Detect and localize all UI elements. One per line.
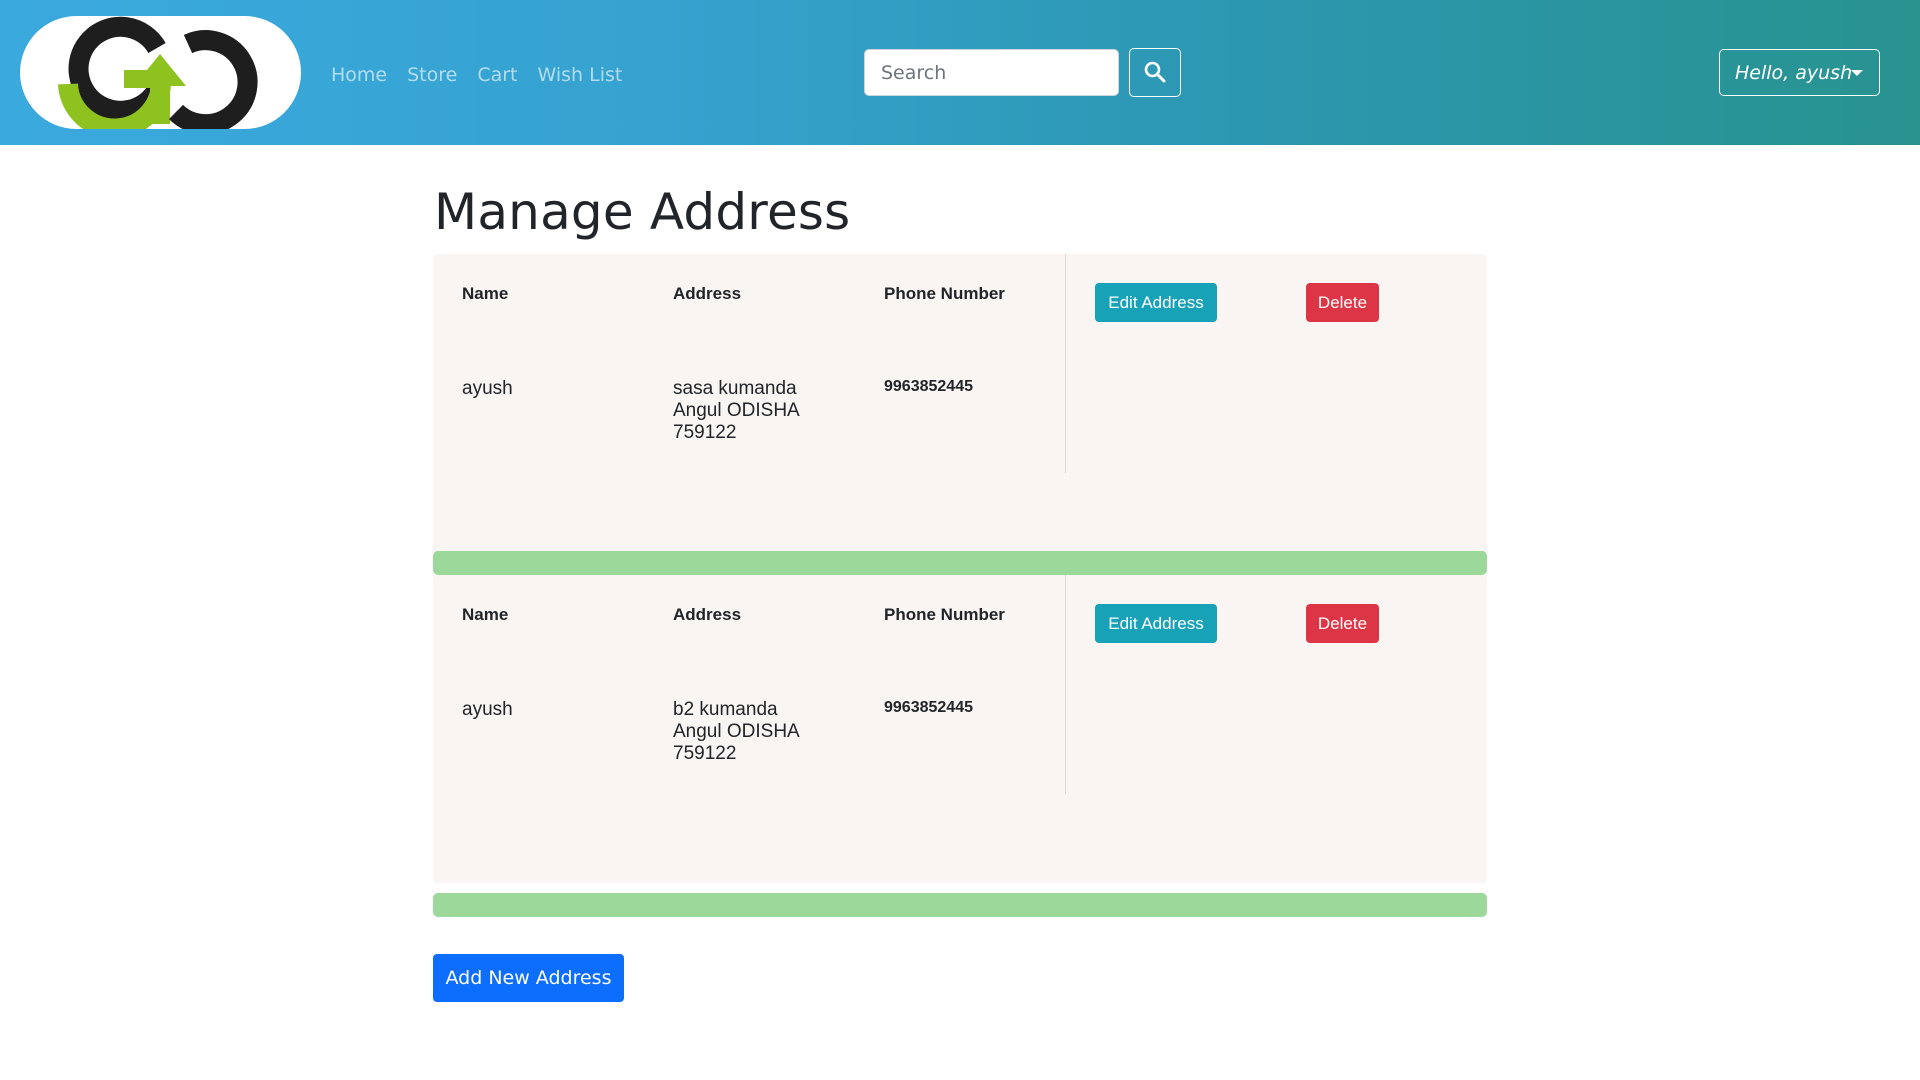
nav-home-link[interactable]: Home [331,60,387,90]
address-name: ayush [462,699,513,720]
nav-store-link[interactable]: Store [407,60,457,90]
address-line: 759122 [673,743,737,764]
caret-down-icon [1851,70,1863,76]
address-card: Name Address Phone Number ayush sasa kum… [433,254,1487,562]
address-line: sasa kumanda [673,378,797,399]
search-icon [1144,61,1166,83]
brand-logo[interactable] [20,16,301,129]
phone-label: Phone Number [884,605,1005,624]
address-phone: 9963852445 [884,699,973,716]
address-name: ayush [462,378,513,399]
add-new-address-button[interactable]: Add New Address [433,954,624,1002]
address-text: b2 kumanda Angul ODISHA 759122 [673,699,800,765]
address-label: Address [673,605,742,624]
address-line: Angul ODISHA [673,721,800,742]
edit-address-button[interactable]: Edit Address [1095,604,1217,643]
address-phone: 9963852445 [884,378,973,395]
go-logo-icon [58,16,258,129]
user-greeting: Hello, ayush [1735,61,1853,84]
address-line: 759122 [673,422,737,443]
delete-address-button[interactable]: Delete [1306,283,1379,322]
name-label: Name [462,284,509,303]
nav-cart-link[interactable]: Cart [477,60,517,90]
address-text: sasa kumanda Angul ODISHA 759122 [673,378,800,444]
nav-wishlist-link[interactable]: Wish List [538,60,623,90]
address-line: Angul ODISHA [673,400,800,421]
search-input[interactable] [864,49,1119,96]
card-divider [1065,254,1066,473]
card-separator-bar [433,893,1487,917]
name-label: Name [462,605,509,624]
edit-address-button[interactable]: Edit Address [1095,283,1217,322]
address-card: Name Address Phone Number ayush b2 kuman… [433,575,1487,883]
address-label: Address [673,284,742,303]
phone-label: Phone Number [884,284,1005,303]
address-line: b2 kumanda [673,699,778,720]
page-title: Manage Address [434,183,851,241]
card-divider [1065,575,1066,794]
search-button[interactable] [1129,48,1181,97]
card-separator-bar [433,551,1487,575]
main-nav: Home Store Cart Wish List [331,60,642,90]
user-menu-dropdown[interactable]: Hello, ayush [1719,49,1880,96]
delete-address-button[interactable]: Delete [1306,604,1379,643]
navbar: Home Store Cart Wish List Hello, ayush [0,0,1920,145]
